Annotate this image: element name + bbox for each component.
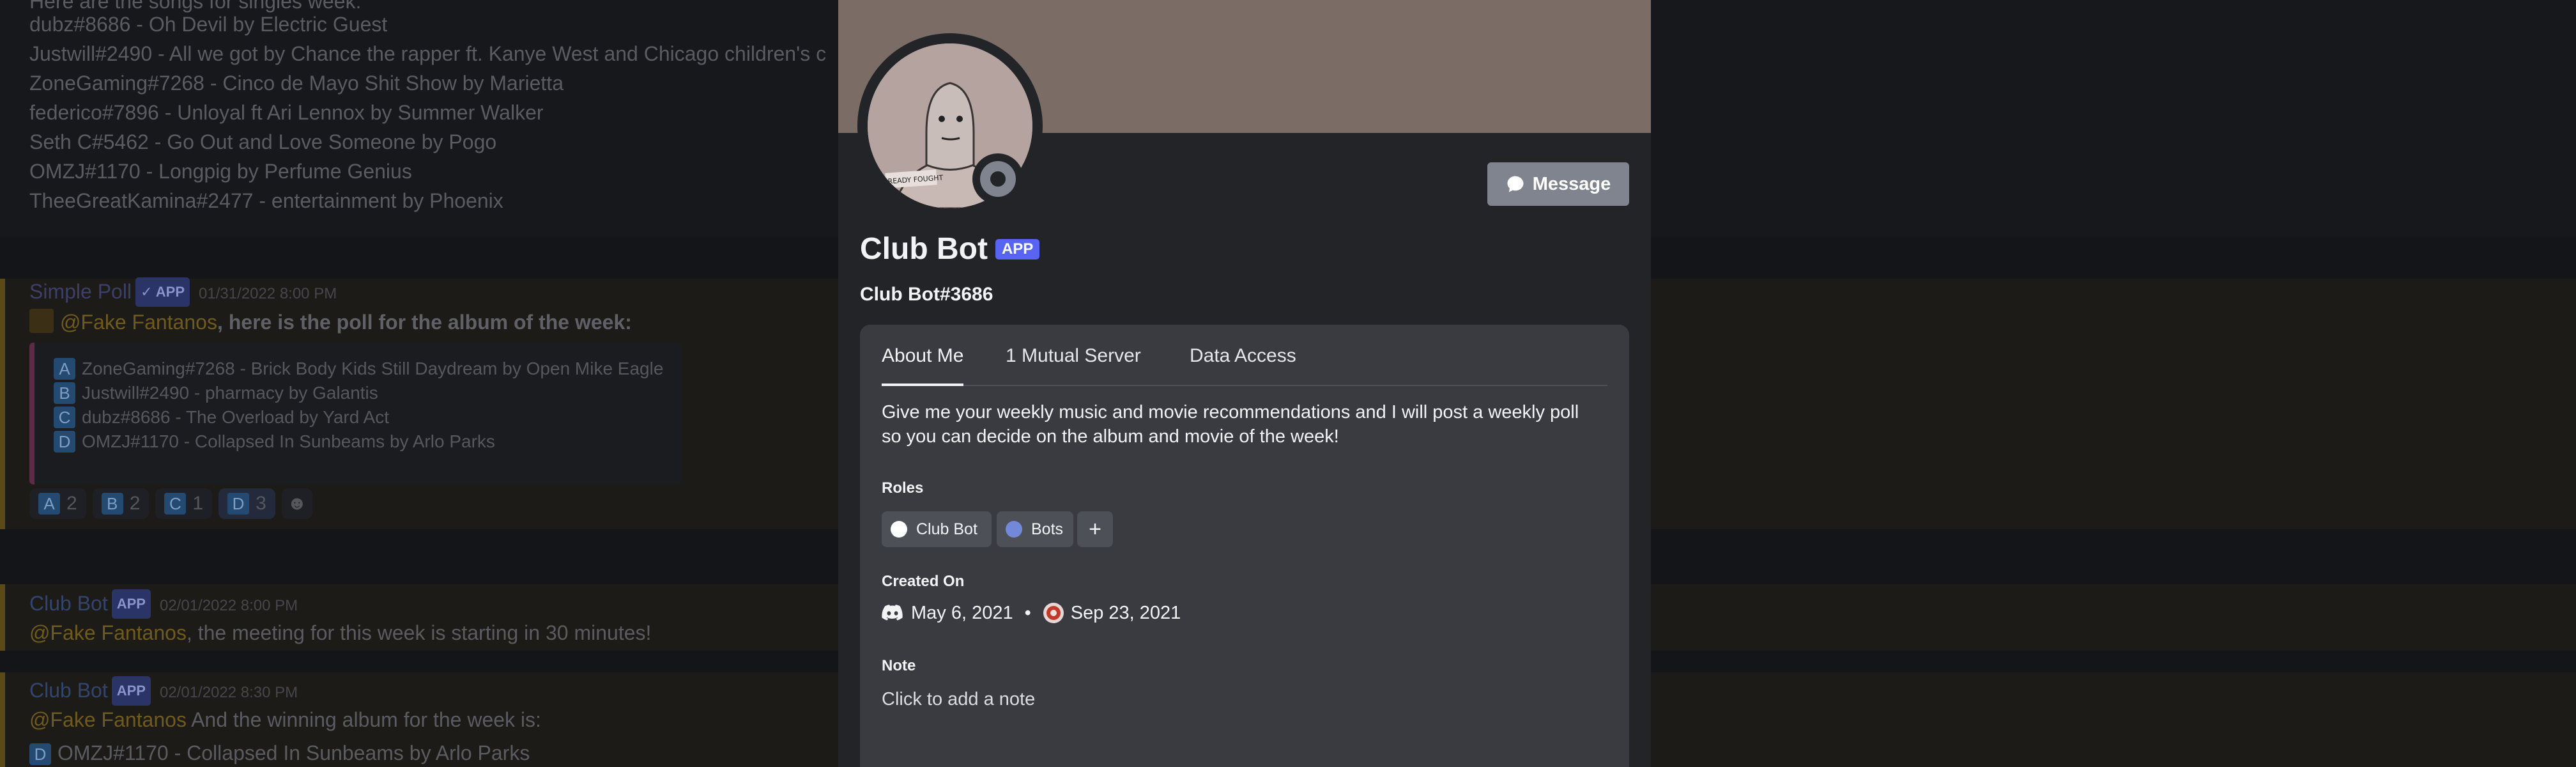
app-badge: APP — [111, 676, 151, 706]
poll-option: B Justwill#2490 - pharmacy by Galantis — [54, 382, 378, 404]
message-text: @Fake Fantanos And the winning album for… — [29, 708, 541, 731]
timestamp: 02/01/2022 8:00 PM — [159, 597, 298, 614]
user-profile-modal: ALREADY FOUGHT Message Club Bot APP Club … — [838, 0, 1651, 767]
regional-d-icon: D — [54, 431, 75, 453]
timestamp: 02/01/2022 8:30 PM — [159, 684, 298, 701]
mention[interactable]: @Fake Fantanos — [29, 621, 187, 644]
role-bots[interactable]: Bots — [997, 511, 1073, 547]
message-header: Simple Poll ✓ APP 01/31/2022 8:00 PM — [29, 277, 337, 308]
regional-b-icon: B — [54, 382, 75, 404]
poll-embed: A ZoneGaming#7268 - Brick Body Kids Still… — [29, 343, 682, 484]
server-icon — [1043, 603, 1064, 623]
message-text: @Fake Fantanos, the meeting for this wee… — [29, 621, 652, 644]
roles-heading: Roles — [882, 479, 924, 497]
list-item: ZoneGaming#7268 - Cinco de Mayo Shit Sho… — [29, 72, 564, 95]
list-item: TheeGreatKamina#2477 - entertainment by … — [29, 189, 503, 212]
server-joined-date: Sep 23, 2021 — [1070, 602, 1181, 623]
role-club-bot[interactable]: Club Bot — [882, 511, 992, 547]
message-button[interactable]: Message — [1487, 162, 1629, 206]
app-badge: ✓ APP — [135, 277, 190, 307]
reaction-c[interactable]: C1 — [155, 488, 213, 519]
poll-option: D OMZJ#1170 - Collapsed In Sunbeams by Ar… — [54, 431, 495, 453]
list-item: OMZJ#1170 - Longpig by Perfume Genius — [29, 160, 412, 183]
reactions: A 2 B 2 C 1 D 3 ☻ — [29, 488, 319, 519]
bar-chart-icon — [29, 309, 54, 333]
mention[interactable]: @Fake Fantanos — [29, 708, 187, 731]
mention[interactable]: @Fake Fantanos — [60, 311, 217, 334]
about-me-text: Give me your weekly music and movie reco… — [882, 402, 1579, 447]
app-badge: APP — [995, 239, 1040, 260]
tab-mutual-servers[interactable]: 1 Mutual Server — [1006, 345, 1141, 384]
discord-logo-icon — [882, 605, 903, 621]
offline-status-icon — [980, 161, 1016, 197]
regional-d-icon: D — [29, 743, 51, 765]
status-indicator — [972, 153, 1023, 205]
add-role-button[interactable]: + — [1077, 511, 1113, 547]
list-item: dubz#8686 - Oh Devil by Electric Guest — [29, 13, 388, 36]
reaction-d[interactable]: D3 — [218, 488, 275, 519]
author-name[interactable]: Club Bot — [29, 679, 108, 702]
message-header: Club Bot APP 02/01/2022 8:00 PM — [29, 589, 298, 620]
poll-option: Cdubz#8686 - The Overload by Yard Act — [54, 407, 389, 428]
author-name[interactable]: Club Bot — [29, 592, 108, 615]
profile-tabs: About Me 1 Mutual Server Data Access — [882, 345, 1607, 386]
timestamp: 01/31/2022 8:00 PM — [199, 285, 337, 302]
message-header: Club Bot APP 02/01/2022 8:30 PM — [29, 676, 298, 707]
poll-option: A ZoneGaming#7268 - Brick Body Kids Still… — [54, 358, 663, 380]
list-item: Justwill#2490 - All we got by Chance the… — [29, 42, 827, 65]
username: Club Bot#3686 — [860, 284, 993, 305]
tab-about-me[interactable]: About Me — [882, 345, 964, 386]
add-reaction-icon[interactable]: ☻ — [281, 488, 312, 519]
note-input[interactable]: Click to add a note — [882, 689, 1035, 710]
app-badge: APP — [111, 589, 151, 619]
tab-data-access[interactable]: Data Access — [1190, 345, 1296, 384]
list-item: federico#7896 - Unloyal ft Ari Lennox by… — [29, 101, 544, 124]
profile-details-panel: About Me 1 Mutual Server Data Access Giv… — [860, 325, 1629, 767]
role-color-dot — [891, 521, 907, 538]
message-text: @Fake Fantanos, here is the poll for the… — [29, 308, 632, 336]
separator: • — [1024, 602, 1031, 623]
created-dates: May 6, 2021 • Sep 23, 2021 — [882, 602, 1181, 624]
note-heading: Note — [882, 657, 916, 674]
list-item: Seth C#5462 - Go Out and Love Someone by… — [29, 130, 497, 153]
regional-a-icon: A — [54, 358, 75, 380]
reaction-b[interactable]: B2 — [92, 488, 150, 519]
created-on-heading: Created On — [882, 573, 965, 590]
chat-bubble-icon — [1507, 176, 1524, 192]
author-name[interactable]: Simple Poll — [29, 280, 132, 303]
discord-created-date: May 6, 2021 — [911, 602, 1013, 623]
regional-c-icon: C — [54, 407, 75, 428]
display-name: Club Bot APP — [860, 231, 1040, 267]
role-color-dot — [1006, 521, 1022, 538]
reaction-a[interactable]: A2 — [29, 488, 86, 519]
winner-line: D OMZJ#1170 - Collapsed In Sunbeams by Ar… — [29, 739, 530, 767]
